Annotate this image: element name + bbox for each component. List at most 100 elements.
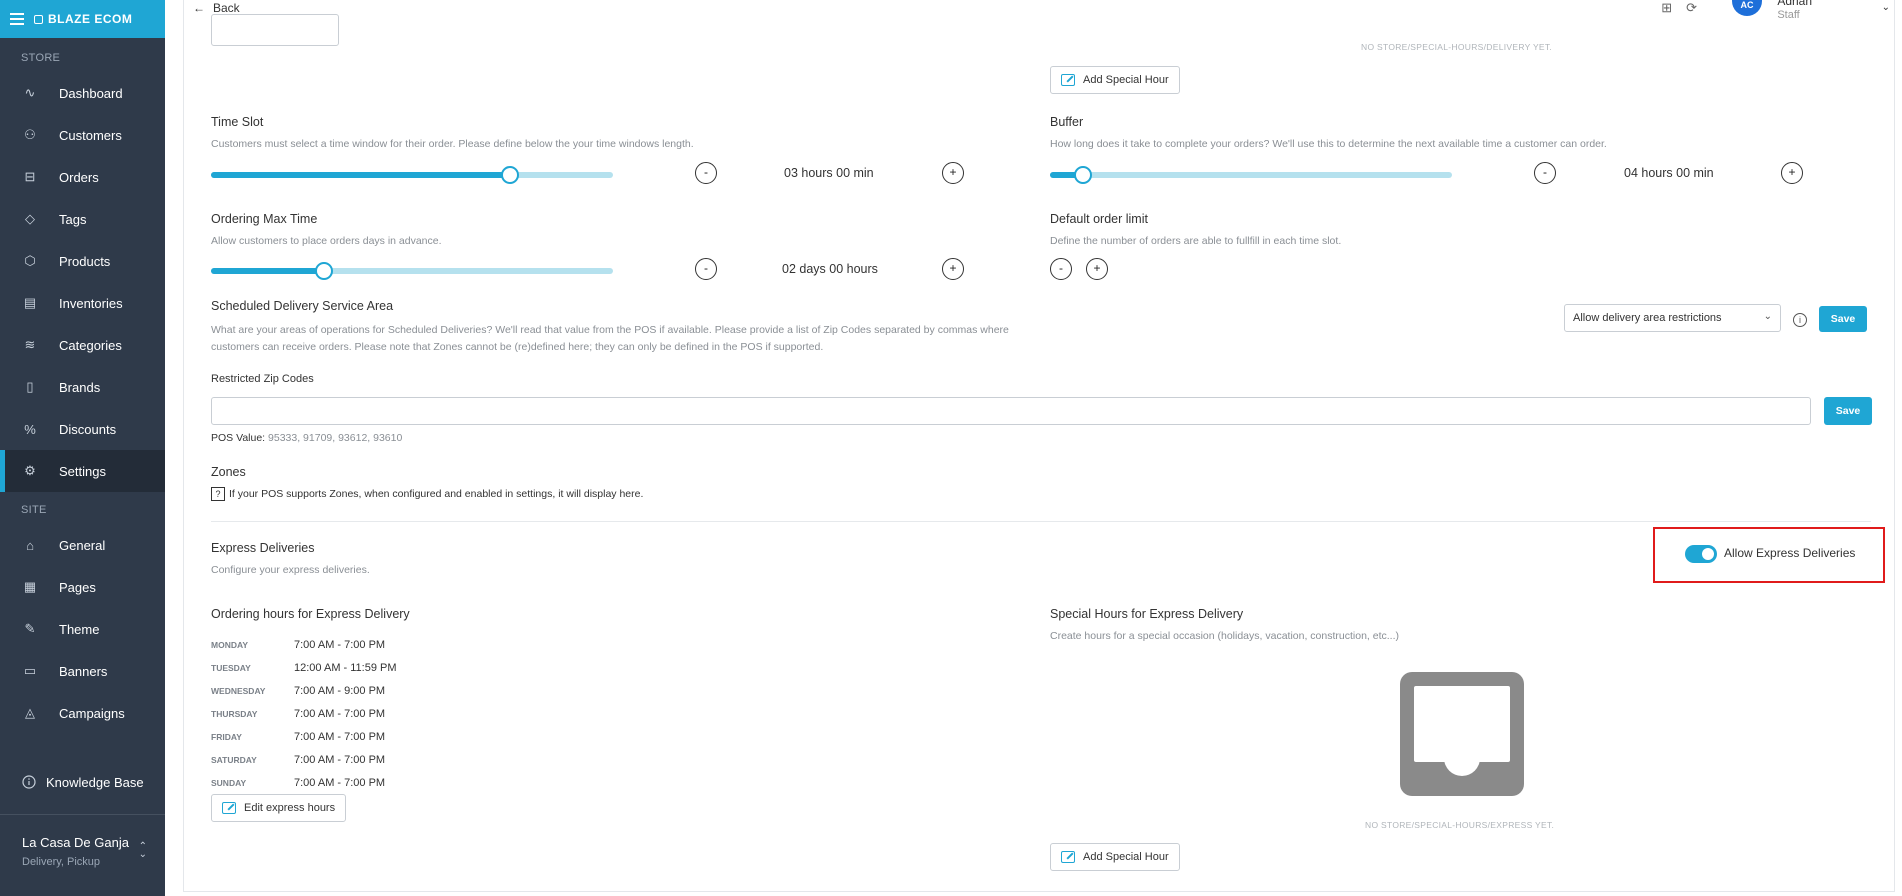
add-special-hour-label: Add Special Hour bbox=[1083, 74, 1169, 86]
layers-icon: ≋ bbox=[24, 337, 36, 352]
info-icon[interactable]: i bbox=[1793, 313, 1807, 327]
day-hours: 7:00 AM - 7:00 PM bbox=[294, 730, 386, 743]
slider-fill bbox=[211, 172, 511, 178]
hamburger-menu-icon[interactable] bbox=[10, 13, 24, 25]
knowledge-base-link[interactable]: Knowledge Base bbox=[0, 770, 165, 794]
store-section-label: STORE bbox=[21, 52, 61, 64]
bell-icon: ◬ bbox=[25, 705, 35, 720]
max-time-increment[interactable]: + bbox=[942, 258, 964, 280]
brush-icon: ✎ bbox=[24, 621, 36, 636]
zones-title: Zones bbox=[211, 465, 246, 479]
layout-icon: ▦ bbox=[23, 579, 37, 594]
pos-value: 95333, 91709, 93612, 93610 bbox=[268, 432, 403, 444]
time-slot-decrement[interactable]: - bbox=[695, 162, 717, 184]
sidebar-item-dashboard[interactable]: ∿ Dashboard bbox=[0, 72, 165, 114]
edit-icon bbox=[1061, 74, 1075, 86]
clipboard-icon: ▤ bbox=[23, 295, 37, 310]
special-hours-title: Special Hours for Express Delivery bbox=[1050, 607, 1244, 621]
max-time-decrement[interactable]: - bbox=[695, 258, 717, 280]
buffer-value: 04 hours 00 min bbox=[1624, 166, 1714, 180]
day-row: FRIDAY 7:00 AM - 7:00 PM bbox=[211, 725, 461, 748]
service-area-desc: What are your areas of operations for Sc… bbox=[211, 324, 1009, 353]
day-hours: 7:00 AM - 7:00 PM bbox=[294, 776, 386, 789]
sidebar-item-label: Banners bbox=[59, 663, 108, 679]
restricted-zip-input[interactable] bbox=[211, 397, 1811, 425]
users-icon: ⚇ bbox=[24, 127, 36, 142]
buffer-increment[interactable]: + bbox=[1781, 162, 1803, 184]
zip-save-button[interactable]: Save bbox=[1824, 397, 1872, 425]
sidebar-item-orders[interactable]: ⊟ Orders bbox=[0, 156, 165, 198]
sidebar-item-label: Orders bbox=[59, 169, 99, 185]
day-row: SUNDAY 7:00 AM - 7:00 PM bbox=[211, 771, 461, 794]
express-toggle-label: Allow Express Deliveries bbox=[1724, 546, 1856, 560]
zones-desc: If your POS supports Zones, when configu… bbox=[229, 488, 644, 500]
inbox-icon: ⊟ bbox=[24, 169, 36, 184]
edit-hours-button-clipped[interactable] bbox=[211, 14, 339, 46]
sidebar-item-label: Theme bbox=[59, 621, 100, 637]
day-hours: 7:00 AM - 7:00 PM bbox=[294, 707, 386, 720]
delivery-area-select[interactable]: Allow delivery area restrictions ⌄ bbox=[1564, 304, 1781, 332]
time-slot-slider[interactable] bbox=[211, 166, 613, 184]
buffer-decrement[interactable]: - bbox=[1534, 162, 1556, 184]
express-hours-title: Ordering hours for Express Delivery bbox=[211, 607, 410, 621]
sidebar-item-categories[interactable]: ≋ Categories bbox=[0, 324, 165, 366]
sidebar-item-inventories[interactable]: ▤ Inventories bbox=[0, 282, 165, 324]
sidebar-item-customers[interactable]: ⚇ Customers bbox=[0, 114, 165, 156]
sidebar-item-label: Settings bbox=[59, 463, 106, 479]
time-slot-value: 03 hours 00 min bbox=[784, 166, 874, 180]
day-name: WEDNESDAY bbox=[211, 685, 266, 696]
sidebar-item-label: Customers bbox=[59, 127, 122, 143]
slider-thumb[interactable] bbox=[315, 262, 334, 280]
day-row: MONDAY 7:00 AM - 7:00 PM bbox=[211, 633, 461, 656]
day-hours: 7:00 AM - 9:00 PM bbox=[294, 684, 386, 697]
edit-express-hours-button[interactable]: Edit express hours bbox=[211, 794, 347, 822]
express-add-special-hour-button[interactable]: Add Special Hour bbox=[1050, 843, 1180, 871]
sidebar-item-discounts[interactable]: % Discounts bbox=[0, 408, 165, 450]
home-icon: ⌂ bbox=[26, 537, 34, 553]
express-toggle[interactable] bbox=[1685, 545, 1717, 563]
tag-icon: ◇ bbox=[25, 211, 35, 226]
day-hours: 12:00 AM - 11:59 PM bbox=[294, 661, 397, 674]
order-limit-increment[interactable]: + bbox=[1086, 258, 1108, 280]
sidebar-item-label: Dashboard bbox=[59, 85, 123, 101]
time-slot-title: Time Slot bbox=[211, 115, 264, 129]
edit-express-hours-label: Edit express hours bbox=[244, 802, 336, 814]
buffer-slider[interactable] bbox=[1050, 166, 1452, 184]
scheduled-empty-label: NO STORE/SPECIAL-HOURS/DELIVERY YET. bbox=[1361, 42, 1553, 52]
slider-thumb[interactable] bbox=[1073, 166, 1092, 184]
sidebar-item-campaigns[interactable]: ◬ Campaigns bbox=[0, 692, 165, 734]
day-name: SATURDAY bbox=[211, 754, 257, 765]
add-special-hour-button[interactable]: Add Special Hour bbox=[1050, 66, 1180, 94]
sidebar-item-products[interactable]: ⬡ Products bbox=[0, 240, 165, 282]
section-divider bbox=[211, 521, 1871, 522]
max-time-slider[interactable] bbox=[211, 262, 613, 280]
max-time-value: 02 days 00 hours bbox=[782, 262, 878, 276]
logo-mark-icon bbox=[34, 14, 43, 24]
info-icon bbox=[22, 775, 36, 789]
brand-logo[interactable]: BLAZE ECOM bbox=[34, 12, 132, 26]
sidebar-item-label: Products bbox=[59, 253, 111, 269]
store-switcher[interactable]: La Casa De Ganja Delivery, Pickup ⌃ ⌄ bbox=[0, 814, 165, 876]
sidebar-item-label: Categories bbox=[59, 337, 122, 353]
slider-fill bbox=[211, 268, 325, 274]
express-desc: Configure your express deliveries. bbox=[211, 564, 370, 576]
brand-name: BLAZE ECOM bbox=[48, 12, 133, 26]
sidebar-item-theme[interactable]: ✎ Theme bbox=[0, 608, 165, 650]
zip-label: Restricted Zip Codes bbox=[211, 373, 314, 385]
chevron-down-icon: ⌄ bbox=[1763, 311, 1772, 322]
sidebar-item-pages[interactable]: ▦ Pages bbox=[0, 566, 165, 608]
sidebar-item-general[interactable]: ⌂ General bbox=[0, 524, 165, 566]
service-area-save-button[interactable]: Save bbox=[1819, 306, 1867, 332]
sidebar-item-banners[interactable]: ▭ Banners bbox=[0, 650, 165, 692]
order-limit-decrement[interactable]: - bbox=[1050, 258, 1072, 280]
sidebar-item-brands[interactable]: ▯ Brands bbox=[0, 366, 165, 408]
empty-inbox-icon bbox=[1400, 672, 1524, 796]
day-hours: 7:00 AM - 7:00 PM bbox=[294, 753, 386, 766]
day-name: SUNDAY bbox=[211, 777, 247, 788]
slider-thumb[interactable] bbox=[501, 166, 520, 184]
order-limit-desc: Define the number of orders are able to … bbox=[1050, 235, 1342, 247]
time-slot-increment[interactable]: + bbox=[942, 162, 964, 184]
day-hours: 7:00 AM - 7:00 PM bbox=[294, 638, 386, 651]
sidebar-item-tags[interactable]: ◇ Tags bbox=[0, 198, 165, 240]
sidebar-item-settings[interactable]: ⚙ Settings bbox=[0, 450, 165, 492]
